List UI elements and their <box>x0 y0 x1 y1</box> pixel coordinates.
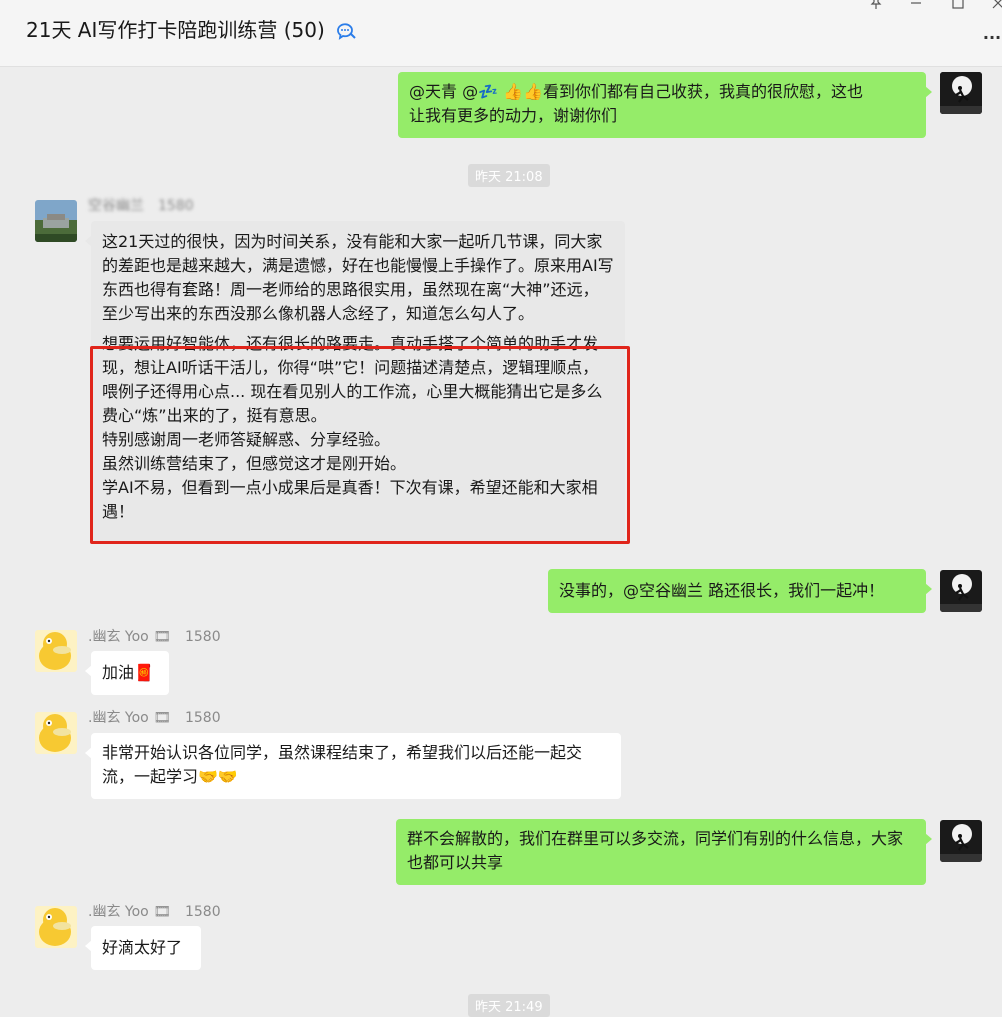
sender-number: 1580 <box>158 198 194 214</box>
my-avatar[interactable] <box>940 570 982 612</box>
minimize-icon[interactable] <box>904 0 928 14</box>
message-bubble-mine[interactable]: 没事的，@空谷幽兰 路还很长，我们一起冲！ <box>548 569 932 613</box>
maximize-icon[interactable] <box>946 0 970 14</box>
sender-name-text: .幽玄 Yoo <box>88 904 149 920</box>
message-bubble-other[interactable]: 好滴太好了 <box>85 926 201 970</box>
sender-number: 1580 <box>184 710 221 726</box>
message-bubble-mine[interactable]: @天青 @💤 👍👍看到你们都有自己收获，我真的很欣慰，这也 让我有更多的动力，谢… <box>398 72 932 138</box>
message-text-line: @天青 @💤 👍👍看到你们都有自己收获，我真的很欣慰，这也 <box>409 82 863 101</box>
flag-badge-icon: 🎞 <box>153 710 171 726</box>
sender-name-text: 空谷幽兰 <box>88 198 144 214</box>
message-text: 群不会解散的，我们在群里可以多交流，同学们有别的什么信息，大家也都可以共享 <box>407 829 904 872</box>
sender-name: .幽玄 Yoo 🎞 1580 <box>88 901 221 921</box>
my-avatar[interactable] <box>940 820 982 862</box>
message-text-line: 让我有更多的动力，谢谢你们 <box>409 106 618 125</box>
pin-icon[interactable] <box>864 0 888 14</box>
flag-badge-icon: 🎞 <box>153 904 171 920</box>
close-icon[interactable] <box>986 0 1002 14</box>
message-bubble-other[interactable]: 非常开始认识各位同学，虽然课程结束了，希望我们以后还能一起交流，一起学习🤝🤝 <box>85 733 621 799</box>
more-icon[interactable]: ··· <box>982 28 1002 48</box>
chat-title[interactable]: 21天 AI写作打卡陪跑训练营 (50) <box>26 14 357 43</box>
sender-name: .幽玄 Yoo 🎞 1580 <box>88 707 221 727</box>
my-avatar[interactable] <box>940 72 982 114</box>
message-bubble-other[interactable]: 加油🧧 <box>85 651 169 695</box>
flag-badge-icon: 🎞 <box>153 629 171 645</box>
sender-avatar[interactable] <box>35 712 77 754</box>
sender-number: 1580 <box>184 904 221 920</box>
message-bubble-other[interactable]: 这21天过的很快，因为时间关系，没有能和大家一起听几节课，同大家的差距也是越来越… <box>85 221 625 542</box>
chat-header: 21天 AI写作打卡陪跑训练营 (50) ··· <box>0 0 1002 67</box>
message-text: 加油🧧 <box>102 663 154 682</box>
message-paragraph: 虽然训练营结束了，但感觉这才是刚开始。 <box>102 454 407 473</box>
message-paragraph: 这21天过的很快，因为时间关系，没有能和大家一起听几节课，同大家的差距也是越来越… <box>102 232 614 323</box>
chat-title-text: 21天 AI写作打卡陪跑训练营 (50) <box>26 18 325 42</box>
message-paragraph: 学AI不易，但看到一点小成果后是真香！下次有课，希望还能和大家相遇！ <box>102 478 598 521</box>
message-bubble-mine[interactable]: 群不会解散的，我们在群里可以多交流，同学们有别的什么信息，大家也都可以共享 <box>396 819 932 885</box>
message-paragraph: 想要运用好智能体，还有很长的路要走。真动手搭了个简单的助手才发现，想让AI听话干… <box>102 334 603 425</box>
sender-name-text: .幽玄 Yoo <box>88 710 149 726</box>
message-text: 没事的，@空谷幽兰 路还很长，我们一起冲！ <box>559 581 885 600</box>
message-paragraph: 特别感谢周一老师答疑解惑、分享经验。 <box>102 430 391 449</box>
message-text: 好滴太好了 <box>102 938 183 957</box>
sender-name: .幽玄 Yoo 🎞 1580 <box>88 626 221 646</box>
sender-name-text: .幽玄 Yoo <box>88 629 149 645</box>
sender-number: 1580 <box>184 629 221 645</box>
group-chat-icon[interactable] <box>335 21 357 40</box>
sender-name: 空谷幽兰 1580 <box>88 195 194 215</box>
sender-avatar[interactable] <box>35 630 77 672</box>
sender-avatar[interactable] <box>35 906 77 948</box>
sender-avatar[interactable] <box>35 200 77 242</box>
message-text: 非常开始认识各位同学，虽然课程结束了，希望我们以后还能一起交流，一起学习🤝🤝 <box>102 743 583 786</box>
timestamp-divider: 昨天 21:08 <box>468 164 550 187</box>
